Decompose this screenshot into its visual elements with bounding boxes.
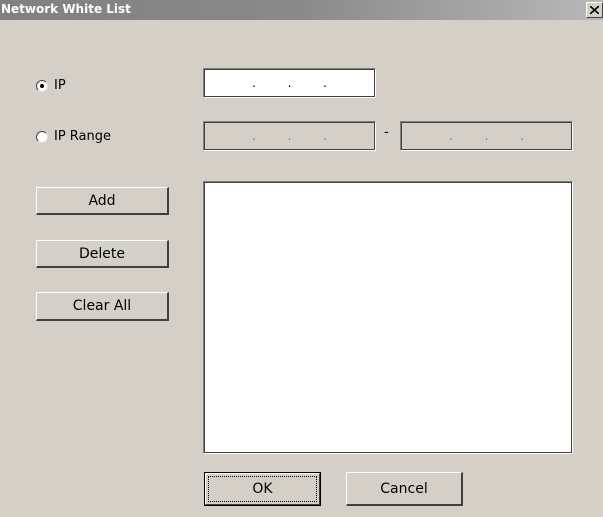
ip-range-start-input[interactable]: . . . <box>203 121 376 151</box>
range-end-dot: . <box>449 129 453 143</box>
radio-ip[interactable]: IP <box>36 78 66 93</box>
add-button-label: Add <box>88 192 116 209</box>
range-separator: - <box>384 125 389 140</box>
range-start-dot: . <box>287 129 292 143</box>
cancel-button[interactable]: Cancel <box>346 472 463 506</box>
radio-ip-indicator[interactable] <box>36 79 48 92</box>
window-title: Network White List <box>1 2 131 16</box>
ip-dot: . <box>287 76 292 90</box>
delete-button[interactable]: Delete <box>36 240 169 268</box>
close-button[interactable] <box>586 2 603 18</box>
ok-button-label: OK <box>252 481 273 497</box>
ip-dot: . <box>252 76 256 90</box>
close-icon <box>590 6 599 14</box>
ok-button[interactable]: OK <box>204 472 321 506</box>
radio-ip-range-label: IP Range <box>54 129 112 144</box>
add-button[interactable]: Add <box>36 187 169 215</box>
radio-selected-dot <box>40 83 44 88</box>
radio-ip-range[interactable]: IP Range <box>36 129 111 144</box>
ip-dot: . <box>322 76 327 90</box>
radio-ip-range-indicator[interactable] <box>36 130 48 143</box>
range-start-dot: . <box>252 129 256 143</box>
white-list-listbox[interactable] <box>203 181 573 454</box>
title-bar: Network White List <box>0 0 603 20</box>
range-end-dot: . <box>519 129 524 143</box>
clear-all-button[interactable]: Clear All <box>36 292 169 321</box>
range-end-dot: . <box>484 129 489 143</box>
ip-address-input[interactable]: . . . <box>203 68 376 98</box>
range-start-dot: . <box>322 129 327 143</box>
clear-all-button-label: Clear All <box>72 298 132 314</box>
cancel-button-label: Cancel <box>380 480 428 497</box>
radio-ip-label: IP <box>54 78 66 93</box>
ip-range-end-input[interactable]: . . . <box>400 121 573 151</box>
delete-button-label: Delete <box>79 245 125 262</box>
